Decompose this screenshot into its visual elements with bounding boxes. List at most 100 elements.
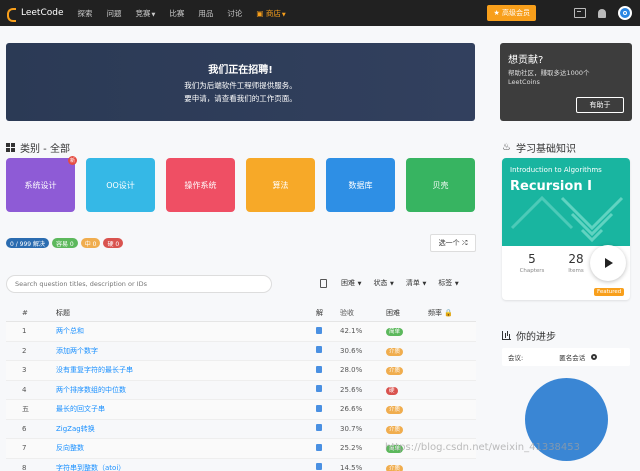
row-title-link[interactable]: 反向整数 [56,443,316,453]
nav-discuss[interactable]: 讨论 [227,8,242,19]
row-title-link[interactable]: ZigZag转换 [56,424,316,434]
category-os[interactable]: 操作系统 [166,158,235,212]
col-frequency[interactable]: 频率 🔒 [428,308,476,318]
category-label: 系统设计 [24,180,57,190]
premium-label: 高级会员 [502,9,530,17]
category-label: OO设计 [106,180,135,190]
learn-subtitle: Introduction to Algorithms [510,166,602,174]
gear-icon[interactable] [591,354,598,360]
table-row[interactable]: 3 没有重复字符的最长子串 28.0% 介质 [6,361,476,381]
row-title-link[interactable]: 最长的回文子串 [56,404,316,414]
difficulty-badge: 介质 [386,347,404,356]
list-filter[interactable]: 清单 ▼ [406,278,426,288]
learn-heading-text: 学习基础知识 [515,144,576,155]
table-row[interactable]: 五 最长的回文子串 26.6% 介质 [6,400,476,420]
learn-banner: Introduction to Algorithms Recursion I [502,158,630,246]
category-heading: 类别 - 全部 [6,140,70,155]
user-avatar[interactable] [618,6,632,20]
play-icon [605,258,613,268]
notification-button[interactable] [596,7,608,19]
difficulty-badge: 介质 [386,425,404,434]
contribute-desc: 帮助社区，赚取多达1000个LeetCoins [508,69,590,87]
hiring-line-2: 要申请，请查看我们的工作页面。 [184,94,297,103]
play-button[interactable] [590,245,626,281]
table-row[interactable]: 4 两个排序数组的中位数 25.6% 硬 [6,381,476,400]
col-acceptance[interactable]: 验收 [340,308,386,318]
solution-cell [316,365,340,375]
row-title-link[interactable]: 添加两个数字 [56,346,316,356]
category-list: 系统设计 新 OO设计 操作系统 算法 数据库 贝壳 [6,156,475,212]
difficulty-cell: 简单 [386,327,428,337]
category-label: 数据库 [348,180,373,190]
category-system-design[interactable]: 系统设计 新 [6,156,77,212]
category-algorithms[interactable]: 算法 [246,158,315,212]
nav-supplies[interactable]: 用品 [198,8,213,19]
category-oo-design[interactable]: OO设计 [86,158,155,212]
pick-one-button[interactable]: 选一个 ⤮ [430,234,476,252]
tags-filter[interactable]: 标签 ▼ [438,278,458,288]
solution-doc-icon[interactable] [316,365,322,373]
category-label: 算法 [272,180,289,190]
col-solution[interactable]: 解 [316,308,340,318]
status-filter[interactable]: 状态 ▼ [373,278,393,288]
table-row[interactable]: 8 字符串到整数（atoi） 14.5% 介质 [6,459,476,471]
chapters-label: Chapters [519,268,545,274]
row-title-link[interactable]: 没有重复字符的最长子串 [56,365,316,375]
row-num: 7 [22,444,27,453]
solution-doc-icon[interactable] [316,424,322,432]
contribute-button[interactable]: 有助于 [576,97,624,113]
row-acceptance: 28.0% [340,366,363,375]
hiring-line-1: 我们为后端软件工程师提供服务。 [184,81,297,90]
hiring-title: 我们正在招聘! [208,65,273,76]
col-num[interactable]: # [6,309,56,317]
row-title-link[interactable]: 字符串到整数（atoi） [56,463,316,471]
table-row[interactable]: 1 两个总和 42.1% 简单 [6,322,476,342]
table-row[interactable]: 2 添加两个数字 30.6% 介质 [6,342,476,361]
contribute-title: 想贡献? [508,55,544,66]
watermark: https://blog.csdn.net/weixin_41338453 [385,442,581,453]
nav-matches[interactable]: 比赛 [169,8,184,19]
flame-icon: ♨ [502,142,511,153]
featured-badge: Featured [594,288,625,296]
chevron-down-icon: ▼ [281,11,286,18]
nav-store[interactable]: ▣ 商店▼ [256,8,285,19]
col-title[interactable]: 标题 [56,308,316,318]
difficulty-filter[interactable]: 困难 ▼ [341,278,361,288]
row-title-link[interactable]: 两个总和 [56,326,316,336]
difficulty-cell: 介质 [386,347,428,356]
leetcode-logo[interactable]: LeetCode [6,7,64,22]
solution-doc-icon[interactable] [316,404,322,412]
bell-icon [598,8,606,18]
console-button[interactable] [574,7,586,19]
category-database[interactable]: 数据库 [326,158,395,212]
nav-contest[interactable]: 竞赛▼ [136,8,156,19]
solution-doc-icon[interactable] [316,326,322,334]
chevron-down-icon: ▼ [453,281,459,287]
row-num: 6 [22,424,27,433]
solution-doc-icon[interactable] [316,443,322,451]
category-shell[interactable]: 贝壳 [406,158,475,212]
session-select[interactable]: 匿名会话 [559,352,585,362]
logo-text: LeetCode [21,8,64,18]
search-input[interactable] [6,275,272,293]
premium-button[interactable]: ★ 高级会员 [487,5,536,21]
category-title: 类别 - 全部 [20,144,70,155]
solution-doc-icon[interactable] [316,385,322,393]
row-title-link[interactable]: 两个排序数组的中位数 [56,385,316,395]
nav-explore[interactable]: 探索 [78,8,93,19]
row-acceptance: 30.7% [340,424,363,433]
col-difficulty[interactable]: 困难 [386,308,428,318]
tags-filter-label: 标签 [438,279,453,287]
solution-doc-icon[interactable] [316,463,322,471]
progress-heading: 你的进步 [502,328,556,343]
hiring-banner[interactable]: 我们正在招聘! 我们为后端软件工程师提供服务。 要申请，请查看我们的工作页面。 [6,43,475,121]
difficulty-filter-label: 困难 [341,279,355,287]
solution-doc-icon[interactable] [316,346,322,354]
learn-heading: ♨ 学习基础知识 [502,140,576,155]
console-icon [574,8,586,18]
solution-cell [316,404,340,414]
table-row[interactable]: 6 ZigZag转换 30.7% 介质 [6,420,476,439]
power-icon [623,11,627,15]
nav-problems[interactable]: 问题 [107,8,122,19]
document-icon[interactable] [320,278,327,288]
